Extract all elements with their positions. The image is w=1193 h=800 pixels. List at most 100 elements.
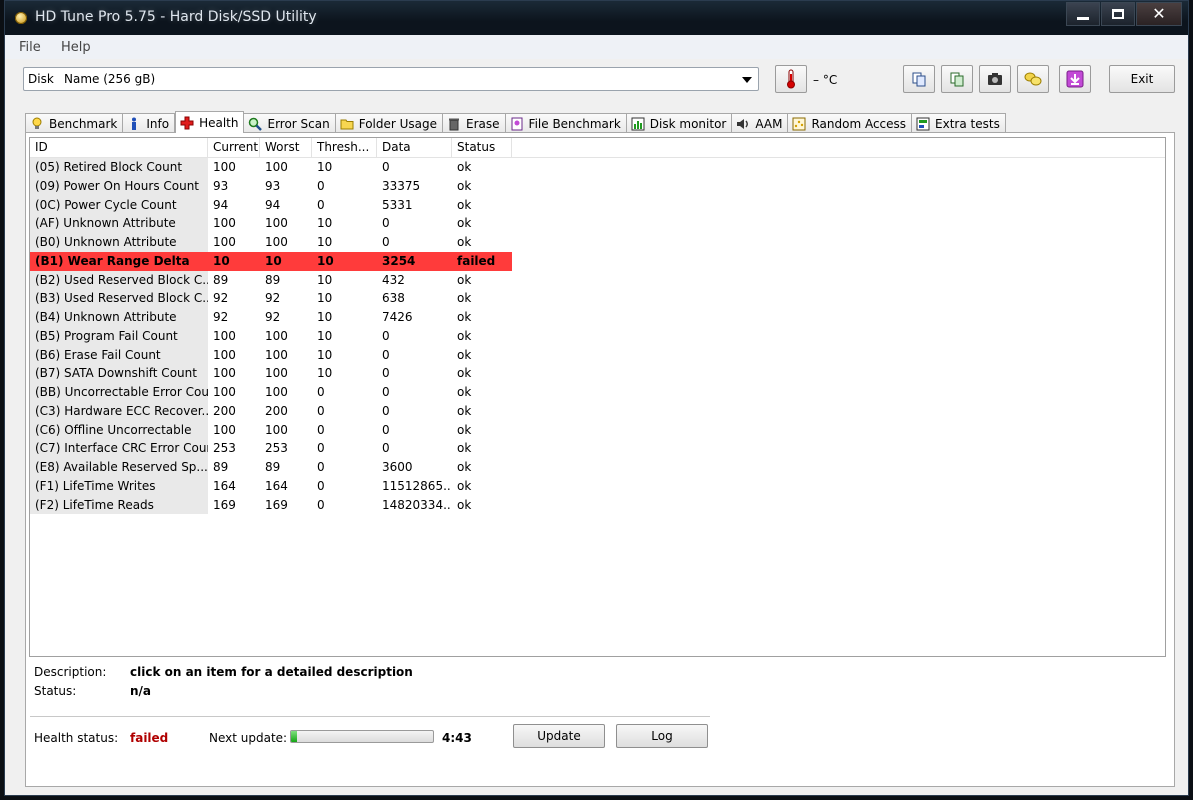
tab-label: AAM	[755, 116, 783, 131]
magnifier-icon	[248, 117, 263, 131]
tab-extra-tests[interactable]: Extra tests	[912, 113, 1006, 133]
cell-status: ok	[457, 478, 472, 493]
cell-worst: 100	[265, 366, 288, 381]
table-row[interactable]: (C7) Interface CRC Error Count 253 253 0 0 ok	[30, 439, 1165, 458]
title-bar[interactable]: HD Tune Pro 5.75 - Hard Disk/SSD Utility…	[5, 1, 1188, 35]
table-row[interactable]: (0C) Power Cycle Count 94 94 0 5331 ok	[30, 195, 1165, 215]
thermometer-icon	[787, 69, 795, 89]
tab-file-benchmark[interactable]: File Benchmark	[505, 113, 627, 133]
cell-status: ok	[457, 216, 472, 231]
cell-thresh: 10	[317, 235, 333, 249]
cell-id: (B4) Unknown Attribute	[30, 308, 208, 327]
tab-erase[interactable]: Erase	[443, 113, 506, 133]
exit-button[interactable]: Exit	[1109, 65, 1175, 93]
copy-text-button[interactable]	[903, 65, 935, 93]
next-update-progress-bar	[290, 730, 434, 743]
update-button[interactable]: Update	[513, 724, 605, 748]
screenshot-button[interactable]	[979, 65, 1011, 93]
table-row[interactable]: (C6) Offline Uncorrectable 100 100 0 0 ok	[30, 420, 1165, 440]
tab-label: Benchmark	[49, 116, 118, 131]
cell-data: 33375	[382, 178, 421, 193]
tab-info[interactable]: Info	[123, 113, 176, 133]
column-header-id[interactable]: ID	[30, 138, 208, 157]
cell-id: (C3) Hardware ECC Recover...	[30, 401, 208, 421]
cell-data: 5331	[382, 197, 413, 212]
column-header-current[interactable]: Current	[208, 138, 260, 157]
cell-thresh: 10	[312, 251, 377, 271]
column-header-worst[interactable]: Worst	[260, 138, 312, 157]
cell-worst: 100	[265, 385, 288, 399]
close-button[interactable]: ✕	[1136, 2, 1182, 26]
cell-status: failed	[452, 251, 512, 271]
table-row[interactable]: (05) Retired Block Count 100 100 10 0 ok	[30, 158, 1165, 177]
tab-error-scan[interactable]: Error Scan	[244, 113, 336, 133]
table-row[interactable]: (B6) Erase Fail Count 100 100 10 0 ok	[30, 345, 1165, 365]
table-row[interactable]: (B2) Used Reserved Block C... 89 89 10 432 ok	[30, 270, 1165, 290]
table-row[interactable]: (B0) Unknown Attribute 100 100 10 0 ok	[30, 233, 1165, 252]
cell-current: 89	[213, 272, 229, 287]
minimize-button[interactable]	[1066, 2, 1100, 26]
column-header-data[interactable]: Data	[377, 138, 452, 157]
tab-health[interactable]: Health	[175, 111, 245, 133]
disk-select-value: Name (256 gB)	[64, 72, 156, 86]
column-header-threshold[interactable]: Thresh...	[312, 138, 377, 157]
cell-worst: 92	[265, 291, 281, 306]
table-row[interactable]: (B4) Unknown Attribute 92 92 10 7426 ok	[30, 308, 1165, 327]
save-button[interactable]	[1059, 65, 1091, 93]
cell-worst: 169	[265, 497, 288, 512]
cell-worst: 100	[265, 160, 288, 174]
table-row[interactable]: (F1) LifeTime Writes 164 164 0 11512865... ok	[30, 476, 1165, 496]
table-row[interactable]: (E8) Available Reserved Sp... 89 89 0 3600 ok	[30, 458, 1165, 477]
temperature-readout: – °C	[813, 73, 838, 87]
smart-table[interactable]: ID Current Worst Thresh... Data Status (…	[29, 137, 1166, 657]
cell-data: 638	[382, 291, 405, 306]
cell-current: 100	[213, 347, 236, 362]
app-icon	[15, 12, 27, 24]
table-row[interactable]: (C3) Hardware ECC Recover... 200 200 0 0 ok	[30, 401, 1165, 421]
cell-data: 0	[382, 403, 390, 418]
maximize-button[interactable]	[1101, 2, 1135, 26]
window-title: HD Tune Pro 5.75 - Hard Disk/SSD Utility	[35, 9, 317, 25]
table-row[interactable]: (09) Power On Hours Count 93 93 0 33375 ok	[30, 176, 1165, 196]
cell-status: ok	[457, 460, 472, 474]
table-row[interactable]: (F2) LifeTime Reads 169 169 0 14820334... ok	[30, 495, 1165, 515]
column-header-status[interactable]: Status	[452, 138, 512, 157]
copy-bitmap-button[interactable]	[941, 65, 973, 93]
tab-disk-monitor[interactable]: Disk monitor	[626, 113, 733, 133]
tab-label: Random Access	[811, 116, 907, 131]
cell-id: (0C) Power Cycle Count	[30, 195, 208, 215]
cell-data: 14820334...	[382, 497, 452, 512]
cell-thresh: 10	[317, 216, 333, 231]
cell-data: 0	[382, 216, 390, 231]
cell-current: 100	[213, 366, 236, 381]
cell-thresh: 0	[317, 385, 325, 399]
log-button[interactable]: Log	[616, 724, 708, 748]
tab-aam[interactable]: AAM	[732, 113, 789, 133]
tab-label: Disk monitor	[649, 116, 727, 131]
cell-data: 3600	[382, 460, 413, 474]
cell-data: 0	[382, 422, 390, 437]
menu-file[interactable]: File	[19, 40, 41, 55]
cell-thresh: 0	[317, 478, 325, 493]
table-row[interactable]: (B3) Used Reserved Block C... 92 92 10 638 ok	[30, 289, 1165, 308]
temperature-button[interactable]	[775, 65, 807, 93]
cell-status: ok	[457, 272, 472, 287]
cell-thresh: 10	[317, 347, 333, 362]
table-row[interactable]: (AF) Unknown Attribute 100 100 10 0 ok	[30, 214, 1165, 233]
table-row[interactable]: (B1) Wear Range Delta 10 10 10 3254 failed	[30, 251, 1165, 271]
table-row[interactable]: (BB) Uncorrectable Error Cou... 100 100 0 0 o…	[30, 383, 1165, 402]
tab-benchmark[interactable]: Benchmark	[25, 113, 124, 133]
cell-status: ok	[457, 403, 472, 418]
disk-select[interactable]: Disk Name (256 gB)	[23, 67, 759, 91]
tab-random-access[interactable]: Random Access	[788, 113, 913, 133]
table-row[interactable]: (B5) Program Fail Count 100 100 10 0 ok	[30, 326, 1165, 346]
table-row[interactable]: (B7) SATA Downshift Count 100 100 10 0 ok	[30, 364, 1165, 383]
health-panel: ID Current Worst Thresh... Data Status (…	[25, 132, 1175, 787]
menu-help[interactable]: Help	[61, 40, 91, 55]
cell-data: 7426	[382, 310, 413, 324]
cell-status: ok	[457, 422, 472, 437]
options-button[interactable]	[1017, 65, 1049, 93]
health-status-value: failed	[130, 731, 169, 745]
cell-current: 100	[213, 328, 236, 343]
tab-folder-usage[interactable]: Folder Usage	[335, 113, 444, 133]
